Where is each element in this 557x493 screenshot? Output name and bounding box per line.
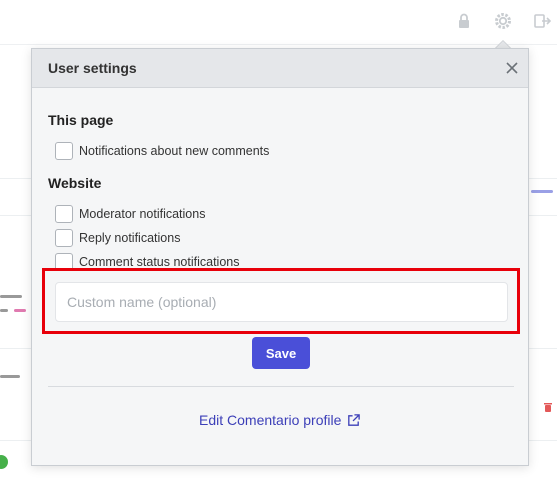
avatar[interactable] [0, 455, 8, 469]
checkbox-reply[interactable] [55, 229, 73, 247]
checkbox-row-comment-status[interactable]: Comment status notifications [55, 252, 240, 269]
checkbox-row-moderator[interactable]: Moderator notifications [55, 204, 205, 224]
checkbox-row-new-comments[interactable]: Notifications about new comments [55, 141, 269, 161]
close-icon[interactable] [504, 60, 520, 76]
checkbox-label: Moderator notifications [79, 207, 206, 221]
checkbox-new-comments[interactable] [55, 142, 73, 160]
trash-icon[interactable] [543, 401, 553, 413]
save-button[interactable]: Save [252, 337, 310, 369]
background-link-fragment [531, 186, 557, 196]
external-link-icon [348, 413, 361, 426]
checkbox-moderator[interactable] [55, 205, 73, 223]
checkbox-label: Comment status notifications [79, 255, 240, 269]
edit-profile-link[interactable]: Edit Comentario profile [199, 412, 361, 428]
background-comment-fragment [0, 290, 31, 324]
background-comment-fragment [0, 370, 31, 382]
background-divider [529, 440, 557, 441]
checkbox-comment-status[interactable] [55, 253, 73, 269]
checkbox-label: Reply notifications [79, 231, 181, 245]
edit-profile-label: Edit Comentario profile [199, 412, 342, 428]
divider [48, 386, 514, 387]
background-divider [529, 348, 557, 349]
lock-icon[interactable] [454, 11, 474, 31]
background-divider [529, 215, 557, 216]
gear-icon[interactable] [493, 11, 513, 31]
logout-icon[interactable] [532, 11, 552, 31]
background-divider [0, 178, 31, 179]
checkbox-label: Notifications about new comments [79, 144, 270, 158]
background-divider [529, 178, 557, 179]
background-divider [0, 348, 31, 349]
section-title-this-page: This page [48, 112, 114, 128]
custom-name-input[interactable] [55, 282, 508, 322]
checkbox-row-reply[interactable]: Reply notifications [55, 228, 180, 248]
dialog-title: User settings [48, 60, 137, 76]
background-divider [0, 215, 31, 216]
background-divider [0, 440, 31, 441]
section-title-website: Website [48, 175, 102, 191]
user-settings-dialog: User settings This page Notifications ab… [31, 48, 529, 466]
dialog-header: User settings [32, 49, 528, 88]
top-toolbar [0, 0, 557, 45]
